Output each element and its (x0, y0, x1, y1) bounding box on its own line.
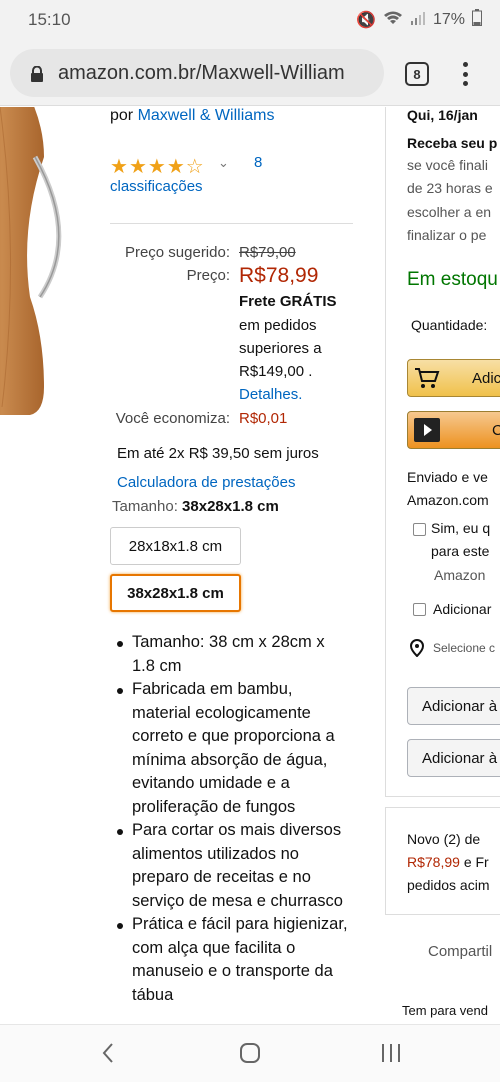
shipping-line-1: em pedidos (239, 317, 317, 334)
add-to-registry-label: Adicionar à (422, 750, 498, 767)
buy-now-label: C (492, 422, 500, 439)
size-option-label: 28x18x1.8 cm (128, 537, 223, 555)
delivery-line-2: de 23 horas e (407, 180, 493, 196)
select-location-link[interactable]: Selecione c (433, 641, 495, 655)
feature-bullets: Tamanho: 38 cm x 28cm x 1.8 cm Fabricada… (110, 631, 350, 1007)
savings-value: R$0,01 (239, 410, 288, 427)
list-item: Para cortar os mais diversos alimentos u… (110, 819, 350, 913)
battery-icon (472, 9, 482, 31)
home-icon[interactable] (239, 1042, 263, 1069)
savings-label: Você economiza: (115, 410, 230, 427)
add-to-cart-button[interactable]: Adic (407, 359, 500, 397)
tab-switcher-button[interactable]: 8 (405, 62, 429, 86)
url-text: amazon.com.br/Maxwell-William (58, 61, 345, 84)
status-bar: 15:10 🔇 17% (0, 0, 500, 40)
prime-checkbox[interactable] (413, 523, 426, 536)
suggested-price-label: Preço sugerido: (124, 244, 230, 261)
page-content: por Maxwell & Williams ★ ★ ★ ★ ☆ ⌄ 8 cla… (0, 107, 500, 1023)
brand-link[interactable]: Maxwell & Williams (138, 107, 275, 124)
sold-by-line-2: Amazon.com (407, 492, 489, 508)
browser-toolbar: amazon.com.br/Maxwell-William 8 (0, 40, 500, 106)
product-image[interactable] (0, 107, 70, 427)
star-full-icon: ★ (147, 156, 166, 178)
delivery-date: Qui, 16/jan (407, 107, 478, 123)
battery-level: 17% (432, 11, 465, 28)
share-link[interactable]: Compartil (428, 943, 492, 960)
list-item: Prática e fácil para higienizar, com alç… (110, 913, 350, 1007)
receive-line: Receba seu p (407, 135, 498, 151)
size-label: Tamanho: (112, 498, 178, 515)
rating-count[interactable]: 8 (254, 154, 262, 171)
prime-line-2: para este (431, 543, 490, 559)
cart-icon (414, 366, 440, 394)
add-to-list-button[interactable]: Adicionar à (407, 687, 500, 725)
add-to-cart-label: Adic (472, 370, 500, 387)
stock-status: Em estoqu (407, 269, 498, 290)
offer-line-3: pedidos acim (407, 877, 490, 893)
address-bar[interactable]: amazon.com.br/Maxwell-William (10, 49, 384, 97)
new-offers-link[interactable]: Novo (2) de (407, 831, 480, 847)
recents-icon[interactable] (380, 1043, 402, 1068)
offer-tail: e Fr (459, 854, 489, 870)
signal-icon (410, 11, 426, 30)
size-selected: 38x28x1.8 cm (182, 498, 279, 515)
status-icons: 🔇 17% (356, 9, 482, 31)
delivery-line-1: se você finali (407, 157, 488, 173)
price-value: R$78,99 (239, 264, 319, 287)
offer-price-line: R$78,99 e Fr (407, 854, 489, 870)
prime-link[interactable]: Amazon (434, 567, 485, 583)
shipping-line-3: R$149,00 . (239, 363, 313, 380)
add-to-list-label: Adicionar à (422, 698, 498, 715)
rating-label[interactable]: classificações (110, 178, 203, 195)
lock-icon (30, 65, 44, 82)
size-selection: Tamanho: 38x28x1.8 cm (112, 498, 279, 515)
size-option-28x18[interactable]: 28x18x1.8 cm (110, 527, 241, 565)
delivery-line-4: finalizar o pe (407, 227, 487, 243)
list-item: Tamanho: 38 cm x 28cm x 1.8 cm (110, 631, 350, 678)
status-time: 15:10 (28, 10, 71, 29)
gift-checkbox-label: Adicionar (433, 601, 492, 617)
star-full-icon: ★ (166, 156, 185, 178)
quantity-label[interactable]: Quantidade: (411, 317, 487, 333)
star-rating[interactable]: ★ ★ ★ ★ ☆ (110, 154, 204, 179)
sell-prompt: Tem para vend (402, 1003, 488, 1018)
star-empty-icon: ☆ (185, 156, 204, 178)
add-to-registry-button[interactable]: Adicionar à (407, 739, 500, 777)
location-pin-icon (409, 638, 425, 661)
installment-calculator-link[interactable]: Calculadora de prestações (117, 474, 295, 491)
star-full-icon: ★ (110, 156, 128, 178)
size-option-label: 38x28x1.8 cm (127, 584, 224, 602)
buy-now-button[interactable]: C (407, 411, 500, 449)
byline: por Maxwell & Williams (110, 107, 274, 125)
star-full-icon: ★ (128, 156, 147, 178)
offer-price: R$78,99 (407, 854, 460, 870)
chevron-down-icon[interactable]: ⌄ (218, 155, 229, 171)
installments-text: Em até 2x R$ 39,50 sem juros (117, 445, 319, 462)
sold-by-line-1: Enviado e ve (407, 469, 488, 485)
gift-checkbox[interactable] (413, 603, 426, 616)
price-label: Preço: (186, 267, 230, 284)
play-icon (414, 418, 440, 442)
byline-prefix: por (110, 107, 134, 124)
list-item: Fabricada em bambu, material ecologicame… (110, 678, 350, 819)
mute-icon: 🔇 (356, 12, 376, 29)
system-nav-bar (0, 1024, 500, 1082)
delivery-line-3: escolher a en (407, 204, 492, 220)
back-icon[interactable] (100, 1042, 116, 1069)
free-shipping-title: Frete GRÁTIS (239, 293, 337, 310)
size-option-38x28[interactable]: 38x28x1.8 cm (110, 574, 241, 612)
browser-menu-button[interactable] (455, 60, 475, 88)
shipping-line-2: superiores a (239, 340, 322, 357)
divider (110, 223, 353, 224)
tab-count: 8 (413, 66, 421, 82)
wifi-icon (383, 10, 403, 31)
suggested-price-value: R$79,00 (239, 244, 296, 261)
prime-checkbox-label: Sim, eu q (431, 520, 491, 536)
shipping-details-link[interactable]: Detalhes. (239, 386, 302, 403)
